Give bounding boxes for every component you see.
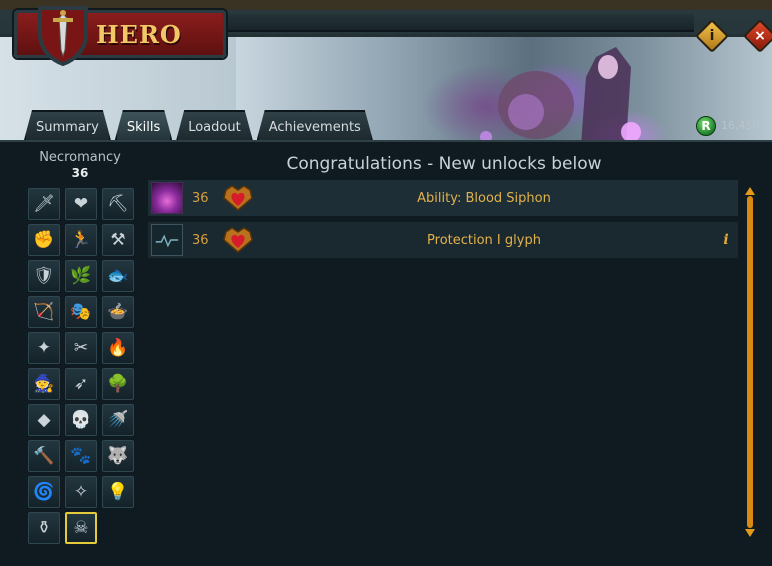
close-icon: × <box>754 28 766 44</box>
scroll-up-icon[interactable] <box>744 186 756 196</box>
unlock-row[interactable]: 36 Protection I glyph i <box>148 222 738 258</box>
skill-grid: 🗡 ❤ ⛏ ✊ 🏃 ⚒ 🛡 🌿 🐟 🏹 🎭 🍲 ✦ ✂ 🔥 🧙 ➶ 🌳 ◆ 💀 🚿 🔨 🐾 🐺 🌀 ✧ 💡 ⚱ ☠ <box>28 188 134 544</box>
tab-bar: Summary Skills Loadout Achievements <box>24 110 373 140</box>
top-frame-bar <box>0 0 772 10</box>
info-icon: i <box>709 28 715 44</box>
skill-mining-icon[interactable]: ⛏ <box>102 188 134 220</box>
skill-hunter-icon[interactable]: 🐾 <box>65 440 97 472</box>
skill-attack-icon[interactable]: 🗡 <box>28 188 60 220</box>
glyph-icon <box>150 223 184 257</box>
skill-defence-icon[interactable]: 🛡 <box>28 260 60 292</box>
skill-construction-icon[interactable]: 🔨 <box>28 440 60 472</box>
info-icon[interactable]: i <box>714 232 738 248</box>
skill-thieving-icon[interactable]: 🎭 <box>65 296 97 328</box>
tab-summary[interactable]: Summary <box>24 110 111 140</box>
window-header: HERO i × Summary Skills Loadout Achievem… <box>0 0 772 145</box>
unlock-label: Ability: Blood Siphon <box>417 190 551 206</box>
unlock-label: Protection I glyph <box>427 232 541 248</box>
skill-herblore-icon[interactable]: 🌿 <box>65 260 97 292</box>
blood-siphon-icon <box>150 181 184 215</box>
skill-fletching-icon[interactable]: ➶ <box>65 368 97 400</box>
skill-magic-icon[interactable]: 🧙 <box>28 368 60 400</box>
skill-farming-icon[interactable]: 🚿 <box>102 404 134 436</box>
sword-shield-icon <box>38 6 88 66</box>
runecoin-balance: 16,450 <box>721 119 760 132</box>
skills-panel: Necromancy 36 🗡 ❤ ⛏ ✊ 🏃 ⚒ 🛡 🌿 🐟 🏹 🎭 🍲 ✦ ✂ 🔥 🧙 ➶ 🌳 ◆ 💀 🚿 🔨 🐾 🐺 🌀 ✧… <box>0 140 772 566</box>
skill-archaeology-icon[interactable]: ⚱ <box>28 512 60 544</box>
skill-constitution-icon[interactable]: ❤ <box>65 188 97 220</box>
skill-woodcutting-icon[interactable]: 🌳 <box>102 368 134 400</box>
skill-strength-icon[interactable]: ✊ <box>28 224 60 256</box>
unlock-row[interactable]: 36 Ability: Blood Siphon <box>148 180 738 216</box>
unlock-level: 36 <box>192 190 209 206</box>
skill-cooking-icon[interactable]: 🍲 <box>102 296 134 328</box>
skill-smithing-icon[interactable]: ⚒ <box>102 224 134 256</box>
skill-summoning-icon[interactable]: 🐺 <box>102 440 134 472</box>
tab-achievements[interactable]: Achievements <box>257 110 373 140</box>
skill-prayer-icon[interactable]: ✦ <box>28 332 60 364</box>
skill-divination-icon[interactable]: ✧ <box>65 476 97 508</box>
skill-invention-icon[interactable]: 💡 <box>102 476 134 508</box>
unlocks-heading: Congratulations - New unlocks below <box>286 154 602 174</box>
scrollbar-thumb[interactable] <box>747 196 753 528</box>
skill-agility-icon[interactable]: 🏃 <box>65 224 97 256</box>
selected-skill-level: 36 <box>71 166 89 180</box>
constitution-heart-icon <box>223 185 253 211</box>
skill-slayer-icon[interactable]: 💀 <box>65 404 97 436</box>
constitution-heart-icon <box>223 227 253 253</box>
scrollbar[interactable] <box>744 186 756 538</box>
selected-skill-name: Necromancy <box>39 150 121 165</box>
skill-necromancy-icon[interactable]: ☠ <box>65 512 97 544</box>
unlock-level: 36 <box>192 232 209 248</box>
skill-crafting-icon[interactable]: ✂ <box>65 332 97 364</box>
tab-skills[interactable]: Skills <box>115 110 172 140</box>
skill-firemaking-icon[interactable]: 🔥 <box>102 332 134 364</box>
skill-runecrafting-icon[interactable]: ◆ <box>28 404 60 436</box>
skill-fishing-icon[interactable]: 🐟 <box>102 260 134 292</box>
runecoin-icon: R <box>696 116 716 136</box>
skill-dungeoneering-icon[interactable]: 🌀 <box>28 476 60 508</box>
header-bar[interactable] <box>224 14 694 32</box>
tab-loadout[interactable]: Loadout <box>176 110 252 140</box>
skill-ranged-icon[interactable]: 🏹 <box>28 296 60 328</box>
scroll-down-icon[interactable] <box>744 528 756 538</box>
window-title: HERO <box>96 20 182 49</box>
